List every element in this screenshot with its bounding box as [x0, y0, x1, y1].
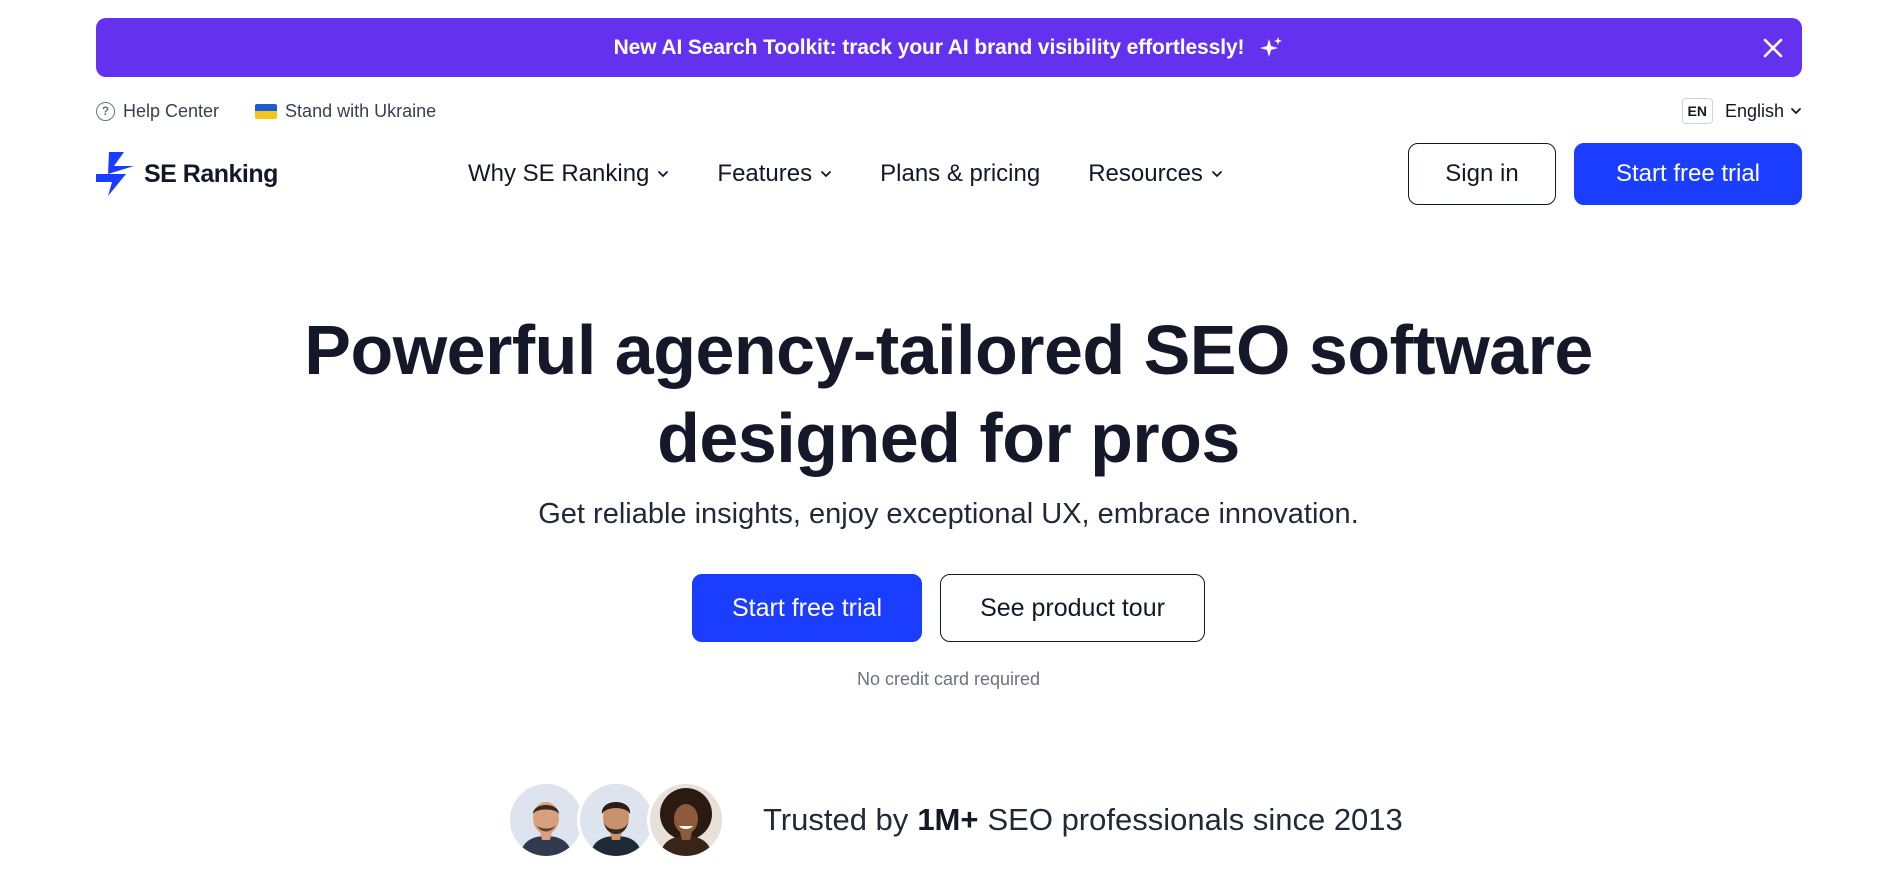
hero-title-line-2: designed for pros: [657, 399, 1240, 477]
chevron-down-icon: [1211, 170, 1223, 178]
nav-item-label: Resources: [1088, 160, 1203, 187]
hero-subtitle: Get reliable insights, enjoy exceptional…: [538, 498, 1359, 530]
trust-prefix: Trusted by: [763, 802, 909, 837]
chevron-down-icon: [820, 170, 832, 178]
close-icon[interactable]: [1758, 33, 1788, 63]
nav-item-why-se-ranking[interactable]: Why SE Ranking: [468, 160, 669, 188]
help-center-link[interactable]: ? Help Center: [96, 101, 219, 122]
logo-text: SE Ranking: [144, 159, 278, 188]
language-name: English: [1724, 100, 1784, 121]
trust-row: Trusted by 1M+ SEO professionals since 2…: [507, 780, 1403, 860]
trust-highlight: 1M+: [917, 802, 979, 837]
nav-links: Why SE Ranking Features Plans & pricing …: [468, 160, 1223, 188]
ukraine-flag-icon: [255, 103, 278, 119]
banner-text[interactable]: New AI Search Toolkit: track your AI bra…: [614, 36, 1245, 60]
avatar-group: [507, 781, 725, 859]
help-center-label: Help Center: [123, 100, 220, 121]
see-product-tour-button[interactable]: See product tour: [940, 574, 1205, 642]
utility-bar: ? Help Center Stand with Ukraine EN Engl…: [96, 96, 1802, 126]
sign-in-button[interactable]: Sign in: [1408, 143, 1556, 205]
nav-item-features[interactable]: Features: [717, 160, 832, 188]
page: New AI Search Toolkit: track your AI bra…: [0, 0, 1897, 889]
trust-statement: Trusted by 1M+ SEO professionals since 2…: [763, 802, 1403, 838]
nav-item-label: Features: [717, 160, 813, 187]
nav-item-plans-pricing[interactable]: Plans & pricing: [880, 160, 1040, 188]
trust-suffix: SEO professionals since 2013: [987, 802, 1403, 837]
nav-item-label: Plans & pricing: [880, 160, 1041, 187]
language-code: EN: [1681, 98, 1713, 124]
main-nav: SE Ranking Why SE Ranking Features Plans…: [96, 143, 1802, 205]
hero-start-free-trial-button[interactable]: Start free trial: [692, 574, 922, 642]
avatar: [577, 781, 655, 859]
logo[interactable]: SE Ranking: [96, 152, 278, 196]
announcement-banner[interactable]: New AI Search Toolkit: track your AI bra…: [96, 18, 1802, 77]
stand-with-ukraine-link[interactable]: Stand with Ukraine: [255, 101, 436, 122]
hero-title-line-1: Powerful agency-tailored SEO software: [304, 311, 1593, 389]
se-ranking-logo-icon: [96, 152, 136, 196]
nav-actions: Sign in Start free trial: [1408, 143, 1802, 205]
stand-with-ukraine-label: Stand with Ukraine: [285, 100, 437, 121]
sparkle-icon: [1258, 35, 1284, 61]
hero-title: Powerful agency-tailored SEO software de…: [0, 306, 1897, 482]
start-free-trial-button[interactable]: Start free trial: [1574, 143, 1802, 205]
hero-cta-group: Start free trial See product tour: [0, 574, 1897, 642]
language-selector[interactable]: EN English: [1681, 98, 1803, 124]
nav-item-label: Why SE Ranking: [468, 160, 650, 187]
chevron-down-icon: [1790, 107, 1802, 115]
avatar: [647, 781, 725, 859]
chevron-down-icon: [657, 170, 669, 178]
help-circle-icon: ?: [96, 101, 115, 121]
nav-item-resources[interactable]: Resources: [1088, 160, 1223, 188]
avatar: [507, 781, 585, 859]
no-credit-card-note: No credit card required: [856, 669, 1041, 689]
